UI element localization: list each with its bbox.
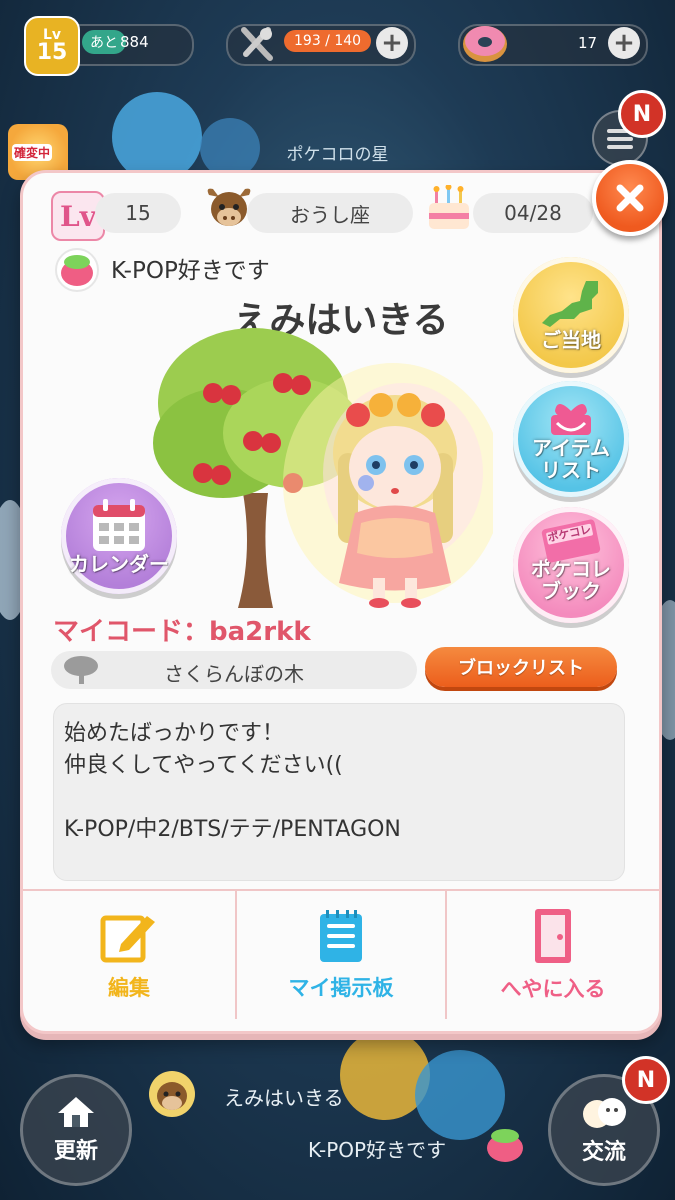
close-button[interactable] xyxy=(592,160,668,236)
local-button[interactable]: ご当地 xyxy=(513,257,629,373)
bio-line: 始めたばっかりです！ xyxy=(64,721,285,746)
fork-knife-icon xyxy=(236,24,276,68)
refresh-button[interactable]: 更新 xyxy=(20,1074,132,1186)
board-icon xyxy=(320,910,362,962)
stamina-plus-button[interactable]: + xyxy=(376,27,408,59)
door-icon xyxy=(535,909,571,963)
close-icon xyxy=(616,184,644,212)
my-code: マイコード：ba2rkk xyxy=(53,617,311,647)
birthday-cake-icon xyxy=(425,184,473,239)
feed-status: K-POP好きです xyxy=(308,1138,447,1162)
level-badge: Lv 15 xyxy=(24,16,80,76)
level-exp-pill: Lv 15 あと 884 xyxy=(24,16,194,76)
donut-icon xyxy=(460,20,510,70)
profile-dialog: Lv 15 おうし座 04/28 K-POP好きです えみはいきる カレンダー … xyxy=(20,170,662,1034)
stamina-pill: 193 / 140 + xyxy=(226,24,416,66)
local-label: ご当地 xyxy=(541,328,601,352)
stamina-value: 193 / 140 xyxy=(284,30,372,52)
my-board-button[interactable]: マイ掲示板 xyxy=(237,891,445,1019)
background-flower xyxy=(112,92,202,182)
bio-line xyxy=(64,782,614,814)
level-icon-text: Lv xyxy=(60,199,96,233)
enter-room-button[interactable]: へやに入る xyxy=(447,891,659,1019)
donut-value: 17 xyxy=(578,34,598,52)
status-bubble-icon xyxy=(53,247,101,297)
home-icon xyxy=(58,1097,94,1127)
calendar-button[interactable]: カレンダー xyxy=(61,478,177,594)
exchange-icon xyxy=(583,1098,626,1128)
avatar-scene xyxy=(133,323,503,613)
bio-line: 仲良くしてやってください(( xyxy=(64,753,343,778)
item-list-button[interactable]: アイテム リスト xyxy=(513,381,629,497)
feed-status-icon xyxy=(482,1124,528,1168)
pokekore-book-button[interactable]: ポケコレ ポケコレ ブック xyxy=(513,507,629,623)
calendar-label: カレンダー xyxy=(69,552,169,576)
donut-pill: 17 + xyxy=(458,24,648,66)
level-pill: 15 xyxy=(95,193,181,233)
level-value: 15 xyxy=(125,201,151,225)
book-stamp: ポケコレ xyxy=(545,522,594,545)
zodiac-value: おうし座 xyxy=(290,202,370,227)
japan-map-icon xyxy=(542,281,598,327)
planet-name: ポケコロの星 xyxy=(286,145,389,165)
exchange-label: 交流 xyxy=(581,1140,626,1165)
exp-value: 884 xyxy=(120,33,149,51)
bio-text: 始めたばっかりです！ 仲良くしてやってください(( K-POP/中2/BTS/テ… xyxy=(54,704,624,860)
feed-name: えみはいきる xyxy=(224,1086,344,1110)
feed-cow-icon xyxy=(146,1070,198,1122)
status-message: K-POP好きです xyxy=(111,258,270,284)
action-bar: 編集 マイ掲示板 へやに入る xyxy=(23,889,659,1019)
level-badge-value: 15 xyxy=(36,40,68,65)
donut-plus-button[interactable]: + xyxy=(608,27,640,59)
refresh-label: 更新 xyxy=(53,1139,98,1164)
block-list-button[interactable]: ブロックリスト xyxy=(425,647,617,687)
item-list-label: アイテム リスト xyxy=(532,436,610,482)
room-pill: さくらんぼの木 xyxy=(51,651,417,689)
board-label: マイ掲示板 xyxy=(288,976,394,1000)
calendar-icon xyxy=(93,499,145,551)
birthday-pill: 04/28 xyxy=(473,193,593,233)
edit-button[interactable]: 編集 xyxy=(23,891,235,1019)
birthday-value: 04/28 xyxy=(504,201,562,225)
bio-box: 始めたばっかりです！ 仲良くしてやってください(( K-POP/中2/BTS/テ… xyxy=(53,703,625,881)
enter-room-label: へやに入る xyxy=(500,977,606,1001)
gift-icon xyxy=(551,404,591,435)
pokekore-book-label: ポケコレ ブック xyxy=(531,557,611,603)
zodiac-pill: おうし座 xyxy=(247,193,413,233)
room-name: さくらんぼの木 xyxy=(164,662,304,686)
bio-line: K-POP/中2/BTS/テテ/PENTAGON xyxy=(64,817,401,842)
menu-notification-badge: N xyxy=(618,90,666,138)
exchange-notification-badge: N xyxy=(622,1056,670,1104)
edit-label: 編集 xyxy=(108,976,150,1000)
edit-icon xyxy=(100,915,155,963)
